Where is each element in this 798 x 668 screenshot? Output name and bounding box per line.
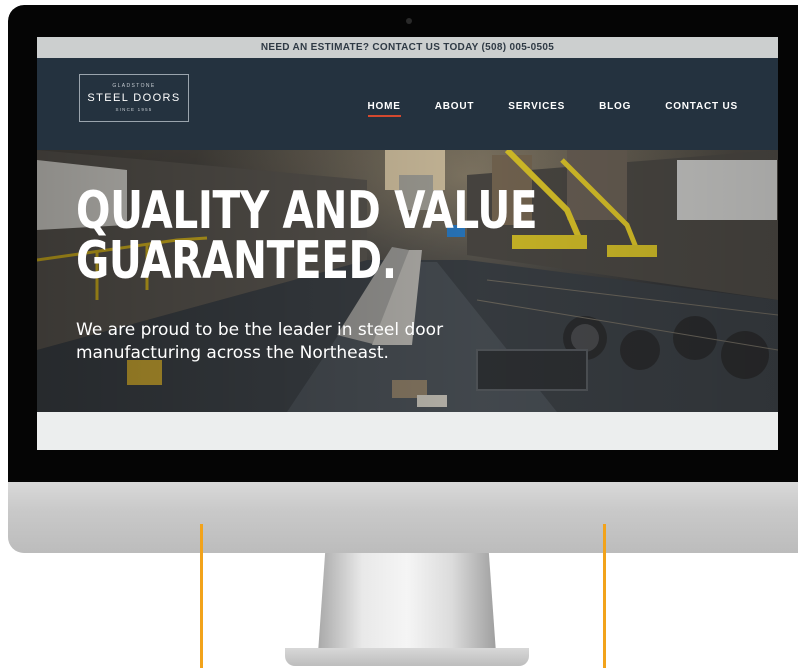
hero-headline-line-2: GUARANTEED.	[76, 231, 397, 291]
website-screen: NEED AN ESTIMATE? CONTACT US TODAY (508)…	[37, 37, 778, 450]
nav-item-about[interactable]: ABOUT	[435, 101, 475, 117]
nav-item-services[interactable]: SERVICES	[508, 101, 565, 117]
monitor-stand-base	[285, 648, 529, 666]
nav-item-contact-us[interactable]: CONTACT US	[665, 101, 738, 117]
monitor-chin	[8, 482, 798, 553]
main-navigation: HOME ABOUT SERVICES BLOG CONTACT US	[367, 101, 738, 117]
site-logo[interactable]: GLADSTONE STEEL DOORS SINCE 1955	[79, 74, 189, 122]
hero-headline: QUALITY AND VALUE GUARANTEED.	[76, 185, 538, 287]
hero-banner: QUALITY AND VALUE GUARANTEED. We are pro…	[37, 150, 778, 412]
hero-subtitle: We are proud to be the leader in steel d…	[76, 319, 476, 365]
hero-subtitle-line-2: manufacturing across the Northeast.	[76, 343, 389, 363]
estimate-top-bar-text[interactable]: NEED AN ESTIMATE? CONTACT US TODAY (508)…	[261, 42, 554, 53]
site-header: GLADSTONE STEEL DOORS SINCE 1955 HOME AB…	[37, 58, 778, 150]
content-section-below-hero	[37, 412, 778, 450]
logo-bottom-text: SINCE 1955	[115, 107, 153, 112]
monitor-stand	[318, 553, 496, 653]
camera-icon	[406, 18, 412, 24]
callout-line-right	[603, 524, 606, 668]
nav-item-home[interactable]: HOME	[367, 101, 401, 117]
logo-main-text: STEEL DOORS	[87, 92, 181, 104]
hero-subtitle-line-1: We are proud to be the leader in steel d…	[76, 320, 444, 340]
logo-top-text: GLADSTONE	[112, 83, 156, 89]
estimate-top-bar[interactable]: NEED AN ESTIMATE? CONTACT US TODAY (508)…	[37, 37, 778, 58]
nav-item-blog[interactable]: BLOG	[599, 101, 631, 117]
callout-line-left	[200, 524, 203, 668]
